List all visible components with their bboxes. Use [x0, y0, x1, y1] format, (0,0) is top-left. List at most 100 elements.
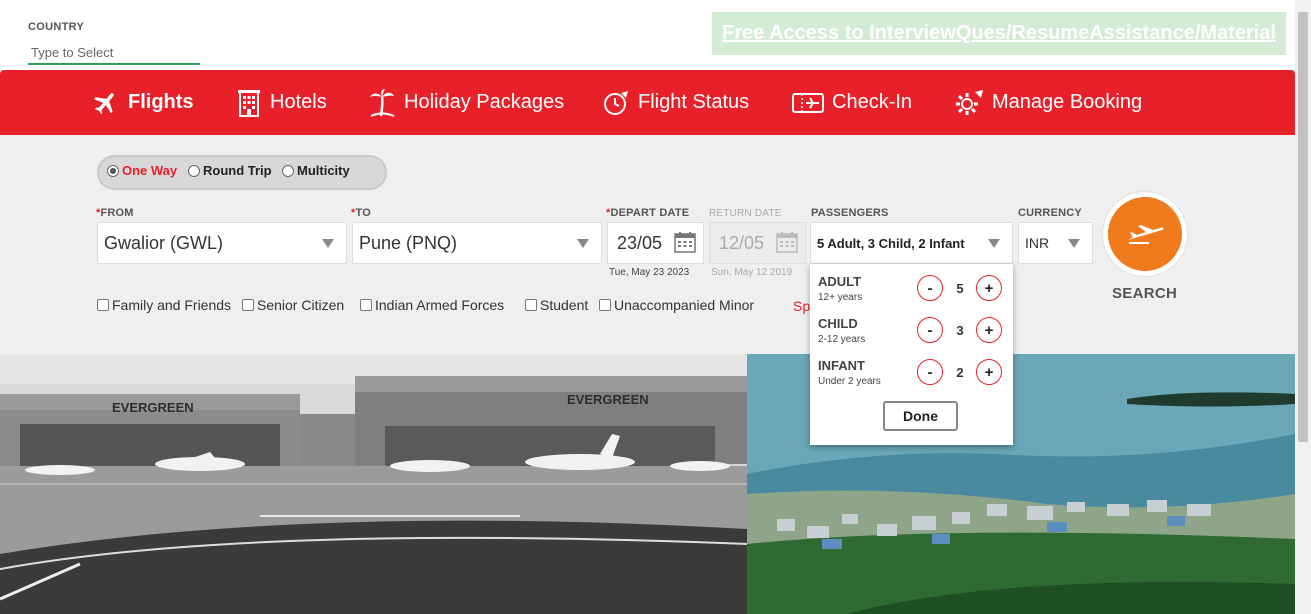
hangar-sign-2: EVERGREEN	[567, 392, 649, 407]
adult-age-hint: 12+ years	[818, 292, 863, 303]
adult-decrement-button[interactable]: -	[917, 275, 943, 301]
country-input[interactable]	[28, 41, 200, 65]
gear-plane-icon	[956, 89, 983, 115]
option-armed-forces[interactable]: Indian Armed Forces	[360, 297, 504, 313]
radio-multicity[interactable]	[282, 164, 294, 177]
infant-count: 2	[956, 365, 964, 380]
to-select[interactable]: Pune (PNQ)	[352, 222, 602, 264]
adult-count: 5	[956, 281, 964, 296]
calendar-icon	[776, 232, 798, 253]
palm-tree-icon	[370, 88, 395, 117]
nav-hotels[interactable]: Hotels	[236, 70, 327, 135]
boarding-pass-icon	[792, 92, 824, 113]
trip-one-way-label: One Way	[122, 163, 178, 178]
adult-increment-button[interactable]: +	[976, 275, 1002, 301]
option-family-label: Family and Friends	[112, 297, 232, 313]
option-student-label: Student	[540, 297, 589, 313]
nav-checkin[interactable]: Check-In	[792, 70, 912, 135]
country-label: COUNTRY	[28, 21, 85, 33]
calendar-icon	[674, 232, 696, 253]
infant-age-hint: Under 2 years	[818, 376, 881, 387]
trip-one-way[interactable]: One Way	[107, 163, 177, 178]
nav-flight-status[interactable]: Flight Status	[602, 70, 749, 135]
page: COUNTRY Free Access to InterviewQues/Res…	[0, 0, 1311, 614]
option-student[interactable]: Student	[525, 297, 588, 313]
nav-manage-booking[interactable]: Manage Booking	[954, 70, 1142, 135]
checkbox[interactable]	[242, 299, 254, 311]
trip-multicity-label: Multicity	[297, 163, 350, 178]
infant-increment-button[interactable]: +	[976, 359, 1002, 385]
infant-decrement-button[interactable]: -	[917, 359, 943, 385]
trip-round-trip-label: Round Trip	[203, 163, 272, 178]
depart-date-full: Tue, May 23 2023	[609, 267, 690, 278]
passengers-label: PASSENGERS	[811, 207, 889, 219]
checkbox[interactable]	[599, 299, 611, 311]
currency-select[interactable]: INR	[1018, 222, 1093, 264]
return-date-full: Sun, May 12 2019	[711, 267, 793, 278]
chevron-down-icon	[577, 239, 589, 248]
checkbox[interactable]	[360, 299, 372, 311]
child-decrement-button[interactable]: -	[917, 317, 943, 343]
nav-hotels-label: Hotels	[270, 91, 327, 113]
to-label: *TO	[351, 207, 371, 219]
infant-label: INFANT	[818, 358, 865, 373]
clock-plane-icon	[604, 90, 628, 115]
from-value: Gwalior (GWL)	[104, 232, 224, 253]
to-value: Pune (PNQ)	[359, 232, 458, 253]
depart-date-label: *DEPART DATE	[606, 207, 690, 219]
from-select[interactable]: Gwalior (GWL)	[97, 222, 347, 264]
search-label: SEARCH	[1112, 285, 1178, 302]
return-date-value: 12/05	[719, 232, 765, 253]
child-age-hint: 2-12 years	[818, 334, 866, 345]
search-button[interactable]	[1103, 192, 1187, 276]
passengers-select[interactable]: 5 Adult, 3 Child, 2 Infant	[810, 222, 1013, 264]
depart-date-value: 23/05	[617, 232, 663, 253]
airplane-icon	[94, 92, 114, 114]
option-family-friends[interactable]: Family and Friends	[97, 297, 231, 313]
promo-banner: Free Access to InterviewQues/ResumeAssis…	[712, 12, 1286, 55]
hangar-sign-1: EVERGREEN	[112, 400, 194, 415]
main-nav: Flights Hotels Holiday Packages Flight S…	[0, 70, 1295, 135]
scrollbar-thumb[interactable]	[1298, 12, 1308, 442]
nav-manage-label: Manage Booking	[992, 91, 1143, 113]
child-count: 3	[956, 323, 964, 338]
promo-link[interactable]: Free Access to InterviewQues/ResumeAssis…	[722, 22, 1276, 45]
adult-label: ADULT	[818, 274, 862, 289]
option-minor-label: Unaccompanied Minor	[614, 297, 755, 313]
child-label: CHILD	[818, 316, 858, 331]
return-date-label: RETURN DATE	[709, 208, 782, 219]
done-button[interactable]: Done	[883, 401, 958, 431]
trip-multicity[interactable]: Multicity	[282, 163, 350, 178]
chevron-down-icon	[1068, 239, 1080, 248]
radio-round-trip[interactable]	[188, 164, 200, 177]
return-date-field[interactable]: 12/05	[709, 222, 806, 264]
currency-value: INR	[1025, 235, 1050, 251]
option-senior-label: Senior Citizen	[257, 297, 345, 313]
child-increment-button[interactable]: +	[976, 317, 1002, 343]
passengers-value: 5 Adult, 3 Child, 2 Infant	[817, 235, 965, 251]
hotel-building-icon	[238, 89, 260, 117]
chevron-down-icon	[322, 239, 334, 248]
option-senior-citizen[interactable]: Senior Citizen	[242, 297, 344, 313]
airport-hangar-image: EVERGREEN EVERGREEN	[0, 354, 747, 614]
nav-flight-status-label: Flight Status	[638, 91, 750, 113]
partial-link-text[interactable]: Sp	[793, 298, 810, 314]
currency-label: CURRENCY	[1018, 207, 1082, 219]
search-button-inner	[1108, 197, 1182, 271]
chevron-down-icon	[988, 239, 1000, 248]
nav-checkin-label: Check-In	[832, 91, 913, 113]
depart-date-field[interactable]: 23/05	[607, 222, 704, 264]
checkbox[interactable]	[525, 299, 537, 311]
airplane-takeoff-icon	[1128, 225, 1164, 244]
from-label: *FROM	[96, 207, 134, 219]
nav-holiday-packages[interactable]: Holiday Packages	[368, 70, 564, 135]
option-armed-label: Indian Armed Forces	[375, 297, 505, 313]
radio-one-way[interactable]	[107, 164, 119, 177]
checkbox[interactable]	[97, 299, 109, 311]
airport-illustration: EVERGREEN EVERGREEN	[0, 354, 747, 614]
nav-flights[interactable]: Flights	[92, 70, 194, 135]
option-unaccompanied-minor[interactable]: Unaccompanied Minor	[599, 297, 754, 313]
passengers-popup: ADULT 12+ years - 5 + CHILD 2-12 years -…	[810, 264, 1013, 445]
nav-flights-label: Flights	[128, 91, 194, 113]
trip-round-trip[interactable]: Round Trip	[188, 163, 272, 178]
